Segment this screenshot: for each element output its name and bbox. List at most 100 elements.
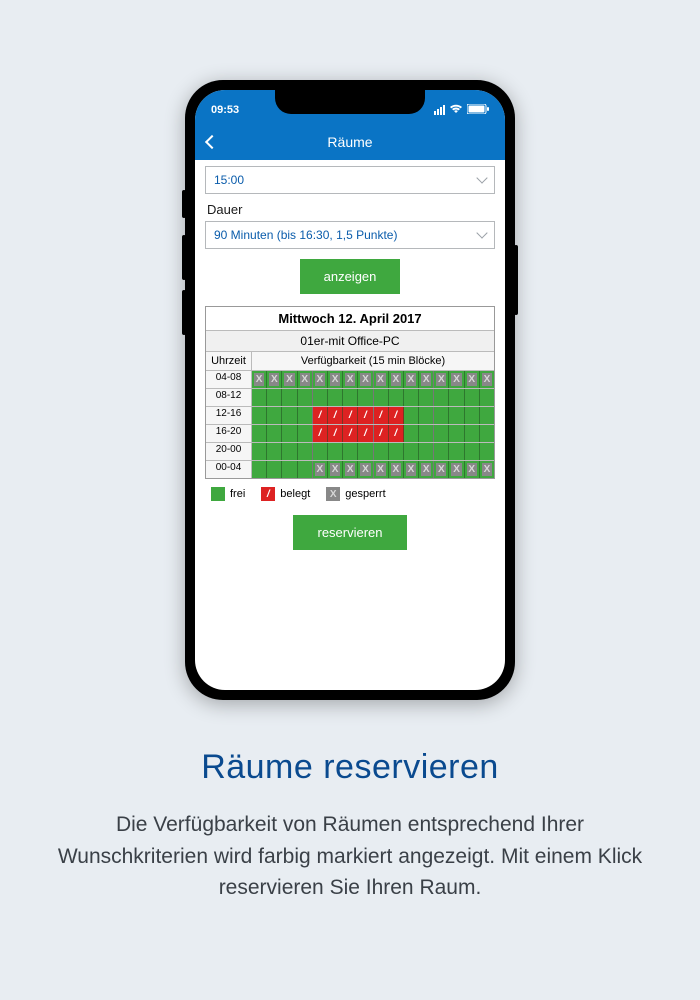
- slot-free[interactable]: [404, 407, 419, 424]
- slot-free[interactable]: [252, 461, 267, 478]
- slot-free[interactable]: [267, 443, 282, 460]
- slot-busy: /: [328, 407, 343, 424]
- phone-side-button: [182, 235, 186, 280]
- slot-free[interactable]: [267, 407, 282, 424]
- slot-free[interactable]: [419, 389, 434, 406]
- slot-locked: X: [434, 461, 449, 478]
- slot-free[interactable]: [434, 443, 449, 460]
- slot-free[interactable]: [465, 443, 480, 460]
- slot-free[interactable]: [298, 389, 313, 406]
- slot-free[interactable]: [267, 461, 282, 478]
- phone-screen: 09:53 Räume 15:00 Dauer 90 Mi: [195, 90, 505, 690]
- back-icon[interactable]: [205, 135, 219, 149]
- slot-free[interactable]: [298, 407, 313, 424]
- slot-free[interactable]: [374, 443, 389, 460]
- slot-free[interactable]: [465, 425, 480, 442]
- slot-row: [252, 443, 494, 460]
- show-button[interactable]: anzeigen: [300, 259, 401, 294]
- slot-free[interactable]: [313, 443, 328, 460]
- status-time: 09:53: [211, 104, 239, 116]
- slot-free[interactable]: [343, 389, 358, 406]
- slot-locked: X: [449, 371, 464, 388]
- slot-free[interactable]: [480, 407, 494, 424]
- slot-free[interactable]: [419, 407, 434, 424]
- slot-free[interactable]: [328, 389, 343, 406]
- slot-free[interactable]: [449, 389, 464, 406]
- slot-free[interactable]: [252, 407, 267, 424]
- marketing-body: Die Verfügbarkeit von Räumen ent­spreche…: [50, 809, 650, 904]
- slot-free[interactable]: [343, 443, 358, 460]
- slot-free[interactable]: [434, 389, 449, 406]
- slot-free[interactable]: [404, 389, 419, 406]
- slot-free[interactable]: [252, 443, 267, 460]
- availability-panel: Mittwoch 12. April 2017 01er-mit Office-…: [205, 306, 495, 479]
- slot-locked: X: [465, 461, 480, 478]
- legend-busy: / belegt: [261, 487, 310, 501]
- slot-free[interactable]: [419, 425, 434, 442]
- slot-locked: X: [282, 371, 297, 388]
- reserve-button[interactable]: reservieren: [293, 515, 406, 550]
- time-cell: 00-04: [206, 461, 252, 478]
- slot-free[interactable]: [465, 407, 480, 424]
- legend-locked: X gesperrt: [326, 487, 385, 501]
- slot-free[interactable]: [328, 443, 343, 460]
- duration-label: Dauer: [207, 202, 495, 217]
- slot-locked: X: [313, 371, 328, 388]
- slot-free[interactable]: [267, 389, 282, 406]
- slot-locked: X: [480, 371, 494, 388]
- slot-locked: X: [358, 461, 373, 478]
- slot-free[interactable]: [449, 443, 464, 460]
- slot-free[interactable]: [358, 443, 373, 460]
- duration-select[interactable]: 90 Minuten (bis 16:30, 1,5 Punkte): [205, 221, 495, 249]
- slot-row: XXXXXXXXXXXXXXXX: [252, 371, 494, 388]
- slot-free[interactable]: [282, 425, 297, 442]
- slot-free[interactable]: [374, 389, 389, 406]
- time-select[interactable]: 15:00: [205, 166, 495, 194]
- slot-locked: X: [374, 371, 389, 388]
- phone-side-button: [182, 190, 186, 218]
- marketing-headline: Räume reservieren: [50, 748, 650, 787]
- slot-free[interactable]: [389, 389, 404, 406]
- col-header-time: Uhrzeit: [206, 352, 252, 370]
- slot-free[interactable]: [298, 425, 313, 442]
- slot-free[interactable]: [434, 425, 449, 442]
- grid-row: 08-12: [206, 389, 494, 407]
- col-header-availability: Verfügbarkeit (15 min Blöcke): [252, 352, 494, 370]
- panel-room: 01er-mit Office-PC: [206, 331, 494, 352]
- slot-free[interactable]: [252, 425, 267, 442]
- slot-free[interactable]: [389, 443, 404, 460]
- slot-free[interactable]: [282, 461, 297, 478]
- slot-free[interactable]: [282, 407, 297, 424]
- slot-busy: /: [374, 425, 389, 442]
- slot-locked: X: [480, 461, 494, 478]
- slot-free[interactable]: [480, 443, 494, 460]
- slot-free[interactable]: [465, 389, 480, 406]
- slot-free[interactable]: [404, 443, 419, 460]
- slot-busy: /: [358, 407, 373, 424]
- grid-row: 20-00: [206, 443, 494, 461]
- slot-free[interactable]: [298, 443, 313, 460]
- slot-free[interactable]: [282, 389, 297, 406]
- slot-free[interactable]: [434, 407, 449, 424]
- slot-free[interactable]: [419, 443, 434, 460]
- slot-free[interactable]: [313, 389, 328, 406]
- phone-side-button: [182, 290, 186, 335]
- grid-row: 04-08XXXXXXXXXXXXXXXX: [206, 371, 494, 389]
- slot-locked: X: [374, 461, 389, 478]
- slot-free[interactable]: [267, 425, 282, 442]
- slot-row: //////: [252, 407, 494, 424]
- slot-free[interactable]: [298, 461, 313, 478]
- slot-free[interactable]: [449, 425, 464, 442]
- slot-locked: X: [434, 371, 449, 388]
- slot-free[interactable]: [252, 389, 267, 406]
- slot-free[interactable]: [358, 389, 373, 406]
- slot-free[interactable]: [449, 407, 464, 424]
- slot-free[interactable]: [480, 425, 494, 442]
- legend-free: frei: [211, 487, 245, 501]
- slot-free[interactable]: [404, 425, 419, 442]
- slot-locked: X: [313, 461, 328, 478]
- slot-free[interactable]: [282, 443, 297, 460]
- slot-busy: /: [389, 425, 404, 442]
- slot-free[interactable]: [480, 389, 494, 406]
- slot-locked: X: [389, 371, 404, 388]
